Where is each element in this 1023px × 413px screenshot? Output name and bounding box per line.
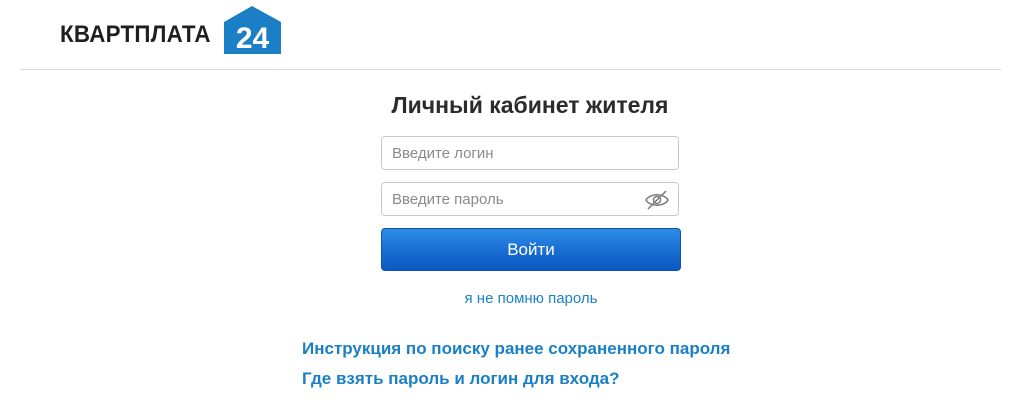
logo-text: КВАРТПЛАТА [60,21,211,48]
password-input[interactable] [382,183,642,215]
forgot-password-link[interactable]: я не помню пароль [0,290,1023,307]
page-title: Личный кабинет жителя [391,92,669,118]
site-logo[interactable]: КВАРТПЛАТА 24 [60,6,281,54]
site-header: КВАРТПЛАТА 24 [0,0,1023,69]
login-field-wrapper [381,136,679,170]
login-input[interactable] [382,137,642,169]
password-search-instructions-link[interactable]: Инструкция по поиску ранее сохраненного … [302,339,730,359]
password-field-wrapper [381,182,679,216]
login-button[interactable]: Войти [381,228,681,271]
header-divider [20,69,1001,70]
logo-number: 24 [236,22,270,54]
where-to-get-credentials-link[interactable]: Где взять пароль и логин для входа? [302,369,619,389]
house-logo-icon: 24 [224,6,281,54]
eye-slash-icon[interactable] [644,189,670,211]
